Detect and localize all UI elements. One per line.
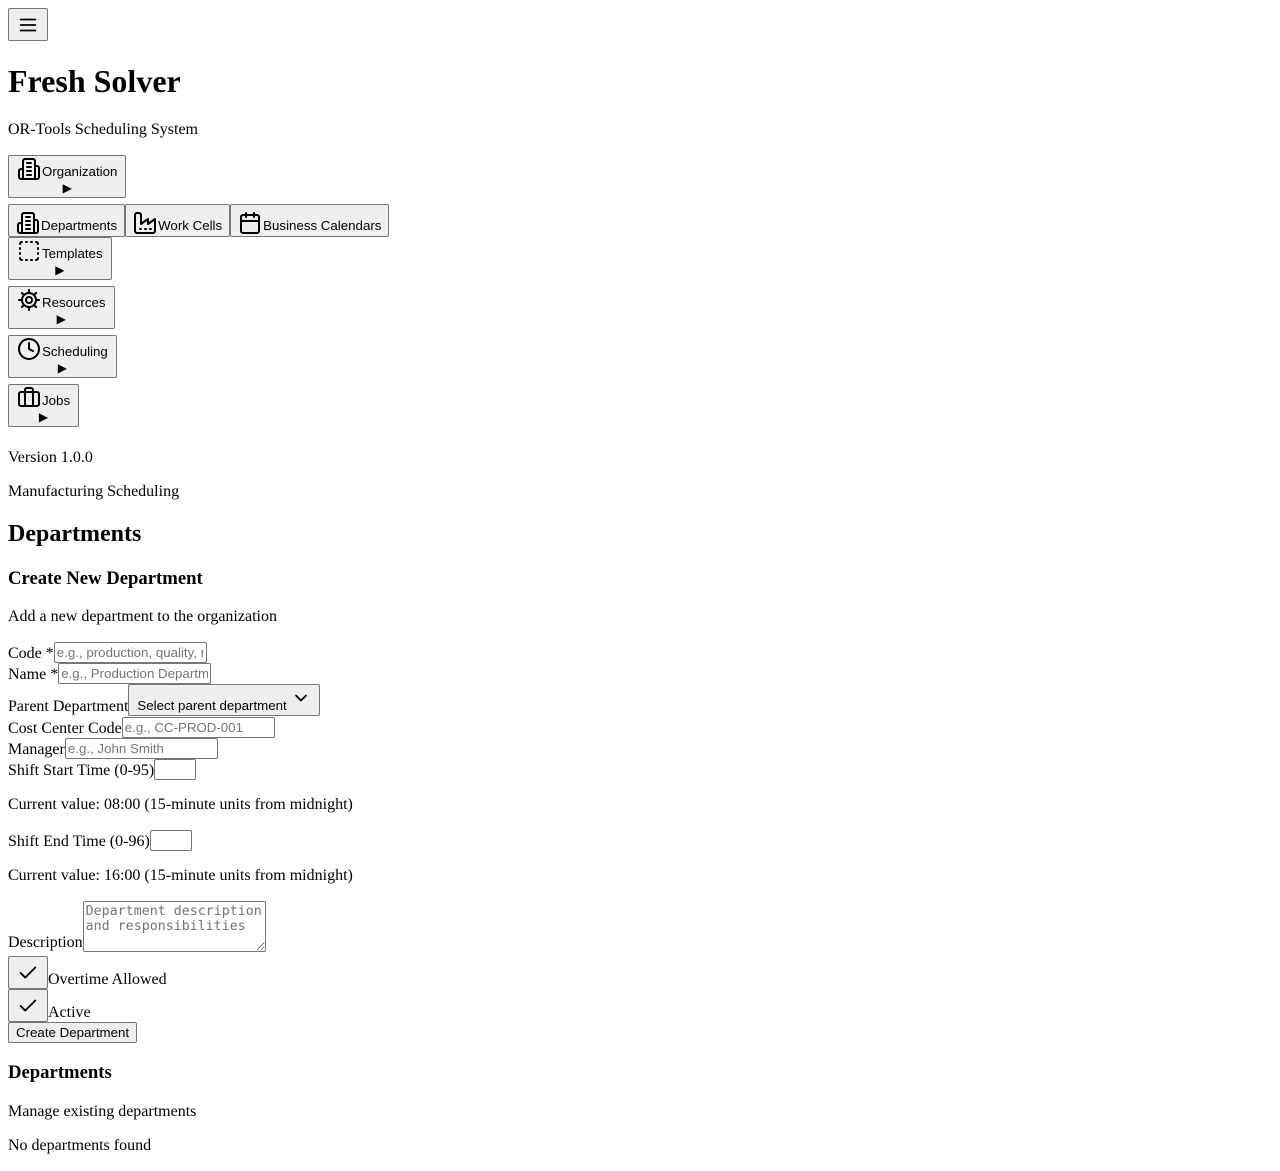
parent-department-select-value: Select parent department [137,698,287,713]
cost-center-row: Cost Center Code [8,717,275,738]
app-subtitle: OR-Tools Scheduling System [8,121,198,138]
nav-templates-label: Templates [42,246,103,261]
overtime-row: Overtime Allowed [8,956,167,989]
expand-arrow-icon: ▶ [57,361,68,375]
manager-row: Manager [8,738,218,759]
check-icon [19,966,37,978]
check-icon [19,999,37,1011]
active-checkbox[interactable] [8,989,48,1022]
departments-list-description: Manage existing departments [8,1103,197,1120]
overtime-checkbox[interactable] [8,956,48,989]
dashed-square-icon [19,241,39,261]
calendar-icon [240,212,261,234]
expand-arrow-icon: ▶ [38,410,49,424]
nav-work-cells-label: Work Cells [158,218,223,233]
page-title: Departments [8,521,142,547]
description-textarea[interactable] [82,901,266,952]
code-label: Code * [8,645,54,662]
menu-icon [19,18,37,31]
nav-jobs-label: Jobs [42,393,71,408]
cost-center-input[interactable] [121,717,275,738]
overtime-label: Overtime Allowed [48,971,167,988]
clock-icon [18,338,40,360]
nav-business-calendars-button[interactable]: Business Calendars [230,204,390,237]
building-icon [18,158,40,180]
code-field-row: Code * [8,642,207,663]
name-label: Name * [8,666,59,683]
expand-arrow-icon: ▶ [56,312,66,326]
create-form-description: Add a new department to the organization [8,608,277,625]
departments-list-title: Departments [8,1062,112,1083]
parent-department-label: Parent Department [8,698,129,715]
nav-departments-button[interactable]: Departments [8,204,126,237]
nav-resources-button[interactable]: Resources ▶ [8,286,115,329]
factory-icon [134,212,157,234]
building-icon [17,212,39,234]
version-text: Version 1.0.0 [8,449,93,466]
manager-input[interactable] [64,738,218,759]
organization-submenu: Departments Work Cells Business Calendar… [8,204,390,237]
expand-arrow-icon: ▶ [55,263,65,277]
nav-resources-label: Resources [42,295,106,310]
nav-departments-label: Departments [41,218,118,233]
nav-organization-button[interactable]: Organization ▶ [8,155,127,198]
nav-work-cells-button[interactable]: Work Cells [125,204,231,237]
shift-end-label: Shift End Time (0-96) [8,833,150,850]
app-title: Fresh Solver [8,63,181,99]
create-department-button[interactable]: Create Department [8,1022,138,1043]
shift-end-input[interactable] [149,830,192,851]
create-form-title: Create New Department [8,568,203,589]
menu-toggle-button[interactable] [8,8,48,41]
cost-center-label: Cost Center Code [8,720,122,737]
name-input[interactable] [58,663,212,684]
manager-label: Manager [8,741,65,758]
chevron-down-icon [294,694,307,702]
departments-empty-state: No departments found [8,1137,152,1154]
shift-end-help: Current value: 16:00 (15-minute units fr… [8,867,353,884]
nav-scheduling-button[interactable]: Scheduling ▶ [8,335,117,378]
gear-icon [18,289,40,311]
code-input[interactable] [53,642,207,663]
shift-start-label: Shift Start Time (0-95) [8,762,155,779]
expand-arrow-icon: ▶ [62,181,72,195]
shift-start-input[interactable] [154,759,197,780]
nav-business-calendars-label: Business Calendars [263,218,382,233]
shift-end-row: Shift End Time (0-96) [8,830,192,851]
name-field-row: Name * [8,663,212,684]
briefcase-icon [18,387,40,407]
nav-organization-label: Organization [42,164,118,179]
shift-start-help: Current value: 08:00 (15-minute units fr… [8,796,353,813]
description-row: Description [8,901,266,952]
tagline-text: Manufacturing Scheduling [8,483,180,500]
parent-department-row: Parent Department Select parent departme… [8,684,320,716]
active-row: Active [8,989,91,1022]
nav-templates-button[interactable]: Templates ▶ [8,237,112,280]
nav-scheduling-label: Scheduling [42,344,108,359]
active-label: Active [48,1004,91,1021]
shift-start-row: Shift Start Time (0-95) [8,759,197,780]
parent-department-select[interactable]: Select parent department [128,684,320,716]
nav-jobs-button[interactable]: Jobs ▶ [8,384,80,427]
description-label: Description [8,934,83,951]
